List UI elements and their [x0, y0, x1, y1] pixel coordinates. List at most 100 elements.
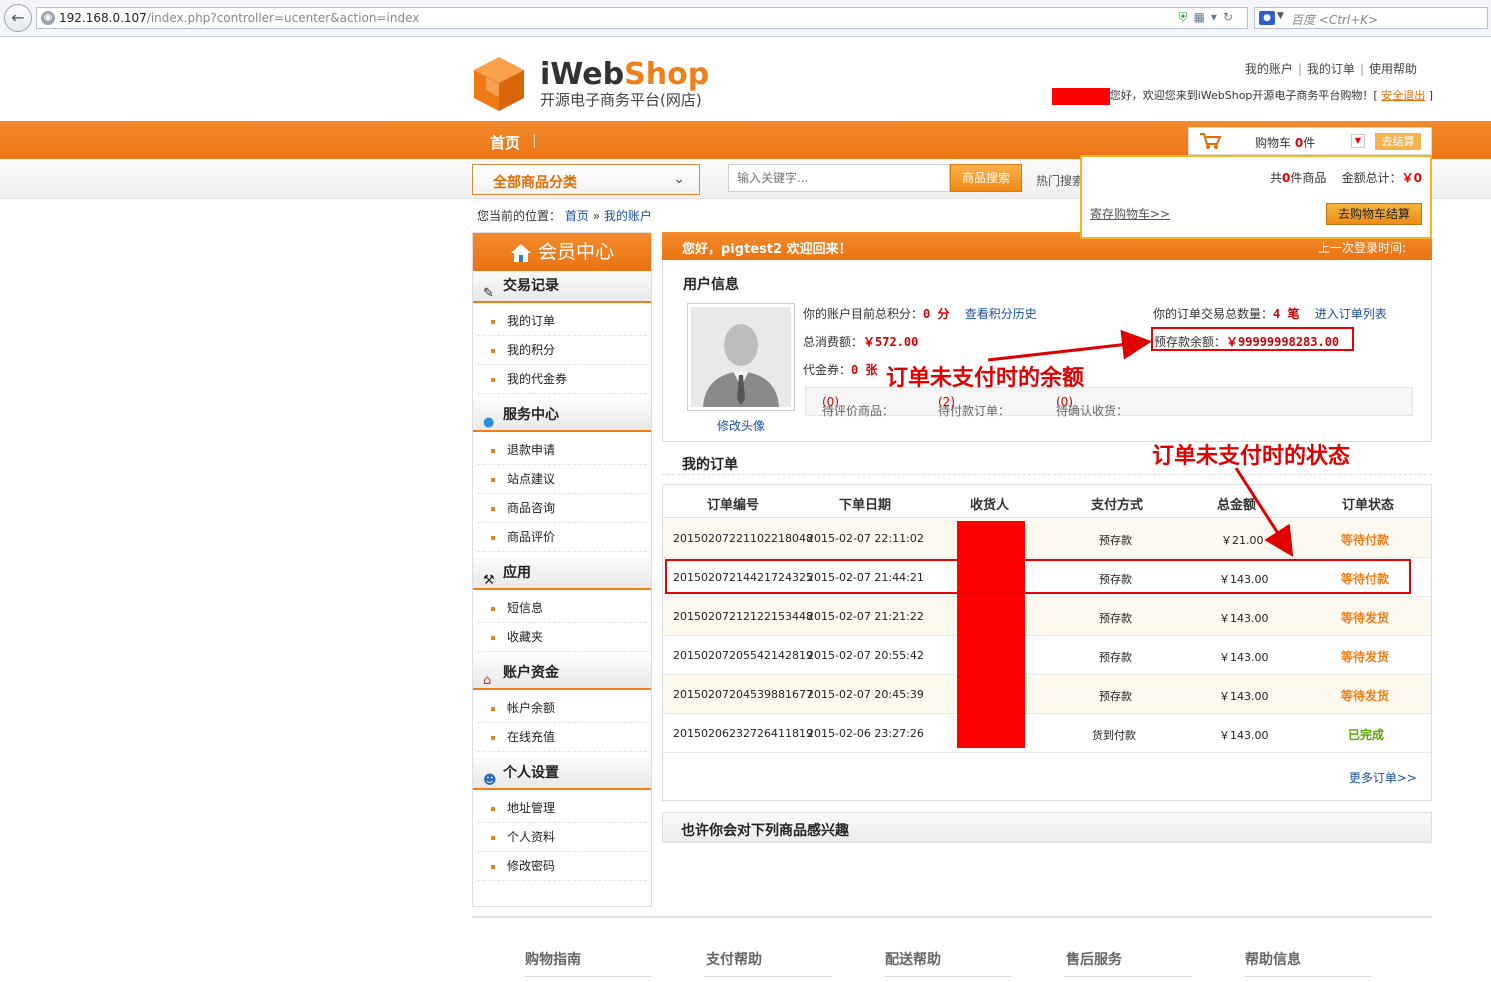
sidebar-item-review[interactable]: 商品评价	[477, 523, 647, 552]
order-status: 已完成	[1348, 728, 1385, 742]
footer-link-shopping-guide[interactable]: 购物指南	[525, 949, 581, 969]
sidebar-item-consult[interactable]: 商品咨询	[477, 494, 647, 523]
sidebar-item-password[interactable]: 修改密码	[477, 852, 647, 881]
house-icon	[510, 243, 531, 262]
shield-icon[interactable]: ⛨	[1179, 10, 1194, 24]
table-row[interactable]: 20150207205542142819 2015-02-07 20:55:42…	[663, 636, 1431, 675]
browser-search-placeholder: 百度 <Ctrl+K>	[1291, 13, 1379, 27]
orders-table-header: 订单编号 下单日期 收货人 支付方式 总金额 订单状态	[663, 485, 1431, 518]
cart-icon	[1200, 133, 1221, 149]
col-payment: 支付方式	[1091, 498, 1144, 513]
sidebar-item-balance[interactable]: 帐户余额	[477, 694, 647, 723]
table-row[interactable]: 20150207221102218048 2015-02-07 22:11:02…	[663, 519, 1431, 558]
order-row-highlight-box	[665, 559, 1411, 594]
mini-cart[interactable]: 购物车 0件 ▼ 去结算	[1188, 127, 1432, 155]
keyword-search-input[interactable]	[728, 164, 950, 192]
points-history-link[interactable]: 查看积分历史	[965, 307, 1037, 321]
table-row[interactable]: 20150207212122153448 2015-02-07 21:21:22…	[663, 597, 1431, 636]
top-link-my-account[interactable]: 我的账户	[1245, 62, 1293, 76]
col-date: 下单日期	[839, 498, 892, 513]
top-link-my-orders[interactable]: 我的订单	[1307, 62, 1355, 76]
sidebar-item-favorites[interactable]: 收藏夹	[477, 623, 647, 652]
sidebar-item-recharge[interactable]: 在线充值	[477, 723, 647, 752]
col-amount: 总金额	[1217, 498, 1257, 513]
breadcrumb-current[interactable]: 我的账户	[604, 209, 652, 223]
col-order-no: 订单编号	[707, 498, 760, 513]
sidebar-item-my-points[interactable]: 我的积分	[477, 336, 647, 365]
annotation-balance-note: 订单未支付时的余额	[886, 366, 1085, 391]
footer-link-payment-help[interactable]: 支付帮助	[706, 949, 762, 969]
cart-popup: 共0件商品 金额总计：￥0 寄存购物车>> 去购物车结算	[1080, 155, 1432, 239]
sidebar-item-profile[interactable]: 个人资料	[477, 823, 647, 852]
sidebar-item-suggestion[interactable]: 站点建议	[477, 465, 647, 494]
home-icon: ⌂	[483, 673, 492, 688]
qr-code-icon[interactable]: ▦	[1194, 10, 1211, 24]
footer-divider	[472, 916, 1432, 918]
chevron-down-icon: ⌄	[673, 171, 685, 187]
nav-home[interactable]: 首页	[490, 132, 520, 153]
back-arrow-icon[interactable]: ←	[4, 4, 32, 32]
footer-link-after-sales[interactable]: 售后服务	[1066, 949, 1122, 969]
url-text[interactable]: 192.168.0.107/index.php?controller=ucent…	[59, 11, 419, 25]
footer-underline	[1244, 976, 1372, 977]
user-info-title: 用户信息	[683, 277, 739, 293]
address-bar[interactable]: ◉ 192.168.0.107/index.php?controller=uce…	[36, 7, 1248, 29]
browser-toolbar: ← ◉ 192.168.0.107/index.php?controller=u…	[0, 0, 1491, 37]
checkout-button[interactable]: 去结算	[1375, 133, 1421, 150]
order-list-link[interactable]: 进入订单列表	[1315, 307, 1387, 321]
col-receiver: 收货人	[970, 498, 1010, 513]
refresh-icon[interactable]: ↻	[1223, 10, 1239, 24]
sidebar-title: 会员中心	[473, 233, 651, 271]
chevron-down-icon[interactable]: ▼	[1277, 11, 1284, 21]
stat-to-confirm[interactable]: 待确认收货： (0)	[1056, 395, 1128, 418]
welcome-bar: 您好，欢迎您来到iWebShop开源电子商务平台购物！[ 安全退出 ]	[1051, 87, 1433, 105]
table-row[interactable]: 20150207204539881677 2015-02-07 20:45:39…	[663, 675, 1431, 714]
table-row[interactable]: 20150206232726411819 2015-02-06 23:27:26…	[663, 714, 1431, 753]
sidebar-item-address[interactable]: 地址管理	[477, 794, 647, 823]
product-search-button[interactable]: 商品搜索	[950, 164, 1022, 192]
top-link-help[interactable]: 使用帮助	[1369, 62, 1417, 76]
order-total-info: 你的订单交易总数量：4 笔 进入订单列表	[1153, 307, 1387, 321]
sidebar-section-title: ☻ 个人设置	[473, 758, 651, 790]
cube-logo-icon	[474, 57, 524, 111]
go-to-cart-button[interactable]: 去购物车结算	[1326, 203, 1422, 225]
order-status: 等待发货	[1341, 689, 1390, 703]
my-orders-title: 我的订单	[682, 457, 738, 473]
category-dropdown[interactable]: 全部商品分类 ⌄	[472, 164, 700, 195]
voucher-info: 代金券：0 张	[803, 363, 878, 377]
cart-dropdown-icon[interactable]: ▼	[1351, 134, 1365, 148]
more-orders-link[interactable]: 更多订单>>	[1349, 769, 1417, 786]
change-avatar-link[interactable]: 修改头像	[717, 417, 765, 434]
spend-info: 总消费额：￥572.00	[803, 335, 919, 349]
save-cart-link[interactable]: 寄存购物车>>	[1090, 205, 1170, 222]
globe-icon: ◉	[41, 11, 55, 25]
breadcrumb: 您当前的位置： 首页 » 我的账户	[477, 209, 652, 223]
points-info: 你的账户目前总积分：0 分 查看积分历史	[803, 307, 1037, 321]
browser-search-box[interactable]: ● ▼ 百度 <Ctrl+K>	[1254, 7, 1488, 29]
nav-separator: |	[532, 133, 537, 149]
col-status: 订单状态	[1342, 498, 1395, 513]
sidebar-section-funds: ⌂ 账户资金 帐户余额 在线充值	[473, 658, 651, 758]
sidebar-item-refund[interactable]: 退款申请	[477, 436, 647, 465]
baidu-paw-icon[interactable]: ●	[1259, 11, 1275, 25]
breadcrumb-home[interactable]: 首页	[565, 209, 589, 223]
chat-bubble-icon: ●	[483, 415, 495, 430]
sidebar-section-title: ⚒ 应用	[473, 558, 651, 590]
footer-link-help-info[interactable]: 帮助信息	[1245, 949, 1301, 969]
sidebar-item-messages[interactable]: 短信息	[477, 594, 647, 623]
footer-underline	[704, 976, 832, 977]
order-status: 等待发货	[1341, 611, 1390, 625]
sidebar-section-title: ⌂ 账户资金	[473, 658, 651, 690]
sidebar-item-my-vouchers[interactable]: 我的代金券	[477, 365, 647, 394]
logout-link[interactable]: 安全退出	[1381, 89, 1425, 102]
sidebar-section-trade: ✎ 交易记录 我的订单 我的积分 我的代金券	[473, 271, 651, 400]
sidebar-section-apps: ⚒ 应用 短信息 收藏夹	[473, 558, 651, 658]
greeting: 您好，pigtest2 欢迎回来！	[682, 242, 852, 257]
stat-unpaid[interactable]: 待付款订单： (2)	[938, 395, 1010, 418]
dropdown-icon[interactable]: ▾	[1211, 10, 1223, 24]
footer-link-delivery-help[interactable]: 配送帮助	[885, 949, 941, 969]
sidebar-section-settings: ☻ 个人设置 地址管理 个人资料 修改密码	[473, 758, 651, 887]
stat-to-review[interactable]: 待评价商品： (0)	[822, 395, 894, 418]
order-status: 等待发货	[1341, 650, 1390, 664]
sidebar-item-my-orders[interactable]: 我的订单	[477, 307, 647, 336]
